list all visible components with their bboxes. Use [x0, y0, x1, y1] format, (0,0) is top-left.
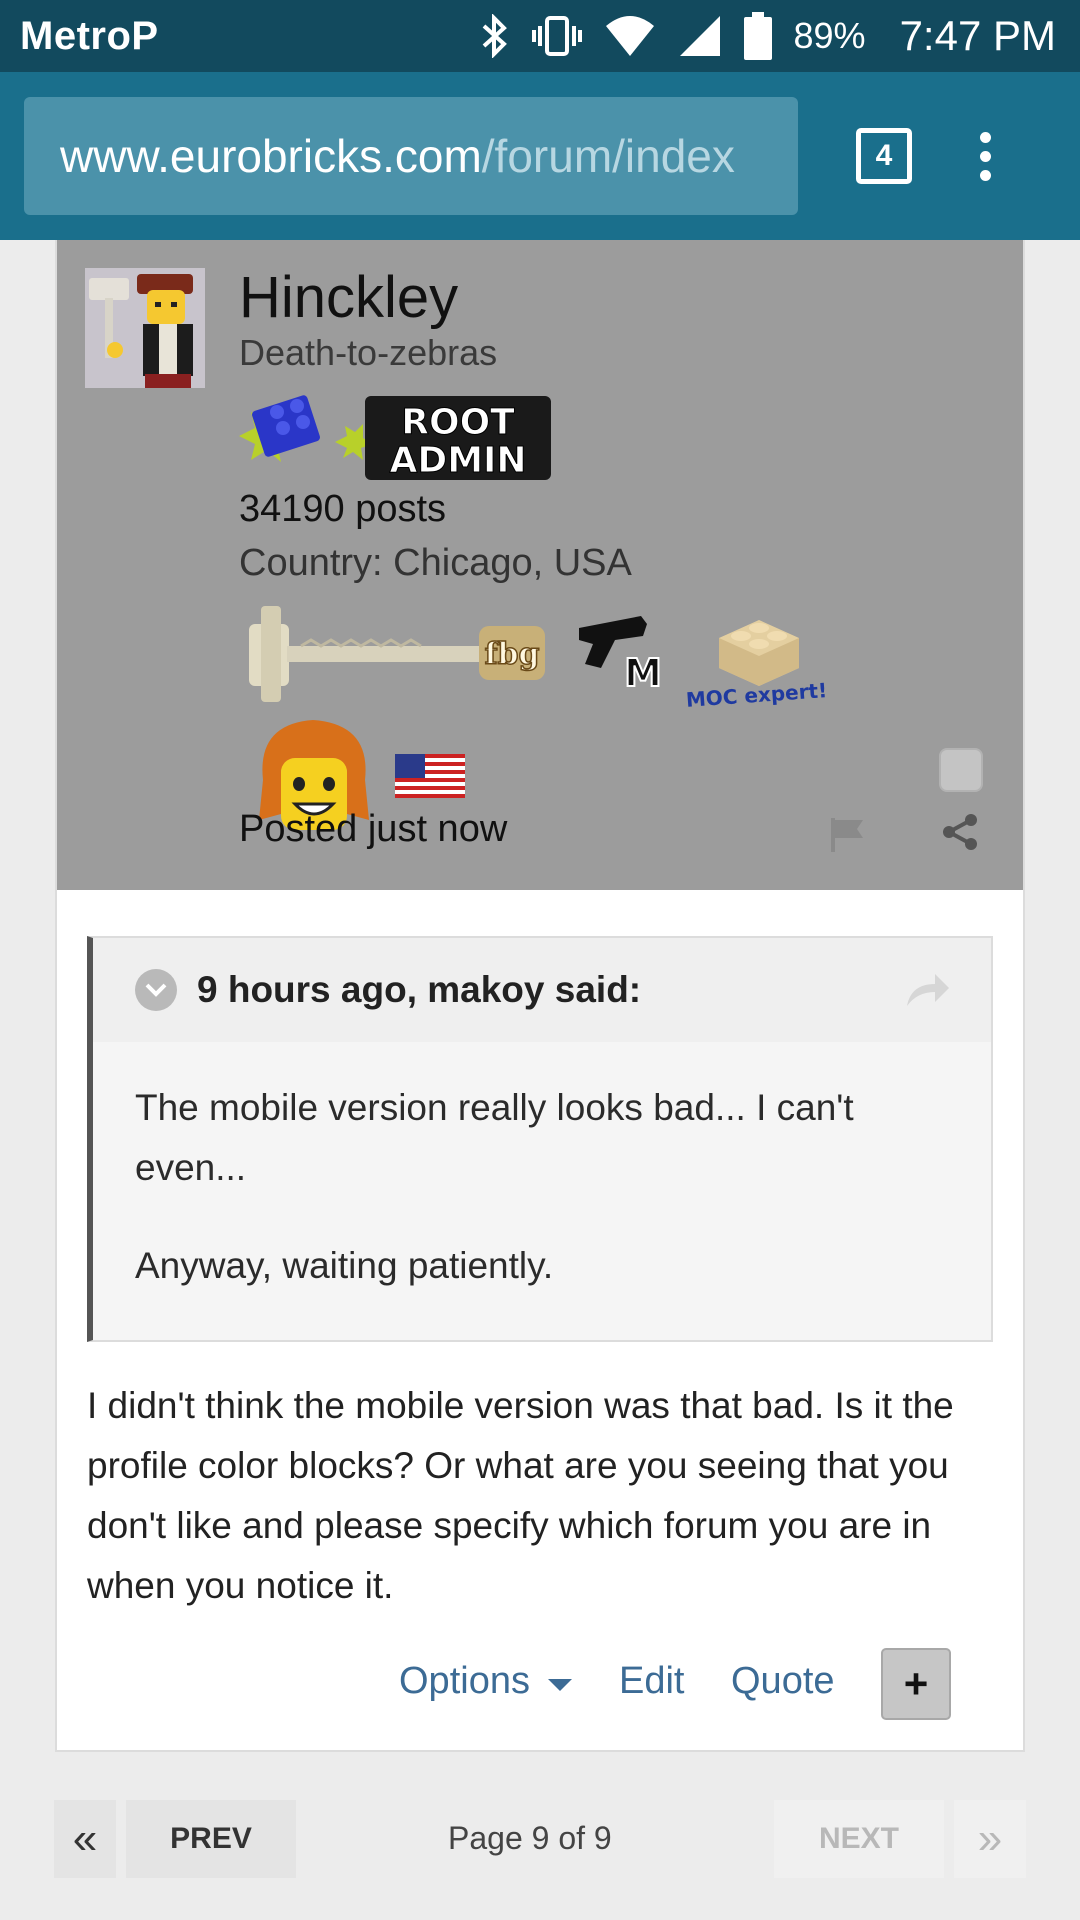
edit-button[interactable]: Edit	[619, 1660, 684, 1703]
svg-text:ADMIN: ADMIN	[389, 440, 526, 481]
next-page-button[interactable]: NEXT	[774, 1800, 944, 1878]
quote-button[interactable]: Quote	[731, 1660, 835, 1703]
last-page-button[interactable]: »	[954, 1800, 1026, 1878]
root-admin-badge: ROOT ADMIN	[335, 386, 555, 486]
fbg-award-icon: fbg	[469, 618, 559, 688]
collapse-chevron-icon[interactable]	[135, 969, 177, 1011]
first-page-button[interactable]: «	[54, 1800, 116, 1878]
bluetooth-icon	[480, 14, 510, 58]
author-panel: Hinckley Death-to-zebras ROOT ADMIN 3419…	[57, 240, 1023, 890]
quote-header: 9 hours ago, makoy said:	[93, 938, 991, 1042]
page-indicator: Page 9 of 9	[448, 1820, 612, 1856]
battery-percent: 89%	[793, 15, 866, 56]
prev-page-button[interactable]: PREV	[126, 1800, 296, 1878]
svg-text:ROOT: ROOT	[401, 402, 515, 443]
multiquote-button[interactable]: +	[881, 1648, 951, 1720]
pagination: « PREV Page 9 of 9 NEXT »	[0, 1800, 1080, 1880]
quote-body: The mobile version really looks bad... I…	[93, 1042, 991, 1296]
signal-icon	[678, 14, 722, 58]
options-menu-button[interactable]: Options	[399, 1660, 572, 1703]
quote-block: 9 hours ago, makoy said: The mobile vers…	[87, 936, 993, 1342]
author-country: Country: Chicago, USA	[239, 542, 632, 584]
report-flag-icon[interactable]	[827, 814, 867, 854]
post-count: 34190 posts	[239, 488, 447, 530]
moc-expert-award-icon: MOC expert!	[679, 598, 829, 712]
post-select-checkbox[interactable]	[939, 748, 983, 792]
jump-to-quote-icon[interactable]	[905, 970, 951, 1010]
quote-citation: 9 hours ago, makoy said:	[197, 969, 642, 1010]
author-title: Death-to-zebras	[239, 332, 498, 373]
forum-post: Hinckley Death-to-zebras ROOT ADMIN 3419…	[55, 240, 1025, 1752]
quote-paragraph: Anyway, waiting patiently.	[135, 1245, 554, 1286]
overflow-menu-icon[interactable]	[980, 131, 991, 181]
url-path: /forum/index	[481, 130, 735, 182]
share-icon[interactable]	[941, 812, 981, 852]
status-bar: MetroP 89% 7:47 PM	[0, 0, 1080, 72]
svg-text:MOC expert!: MOC expert!	[685, 678, 828, 708]
vibrate-icon	[531, 14, 582, 58]
wifi-icon	[604, 14, 656, 58]
carrier-name: MetroP	[20, 13, 159, 58]
us-flag-icon	[395, 754, 465, 798]
author-avatar[interactable]	[85, 268, 205, 388]
tab-switcher-button[interactable]: 4	[856, 128, 912, 184]
options-label: Options	[399, 1660, 530, 1702]
status-icons: 89% 7:47 PM	[480, 12, 1056, 60]
clock: 7:47 PM	[899, 12, 1056, 59]
browser-toolbar: www.eurobricks.com/forum/index 4	[0, 72, 1080, 240]
caret-down-icon	[547, 1678, 572, 1691]
quote-paragraph: The mobile version really looks bad... I…	[135, 1087, 854, 1188]
post-body: I didn't think the mobile version was th…	[87, 1385, 954, 1606]
svg-text:fbg: fbg	[485, 637, 540, 672]
battery-icon	[743, 12, 772, 60]
posted-time[interactable]: Posted just now	[239, 808, 507, 851]
url-field[interactable]: www.eurobricks.com/forum/index	[24, 97, 798, 215]
author-name[interactable]: Hinckley	[239, 264, 458, 331]
svg-text:M: M	[624, 651, 662, 692]
brick-star-rank-icon	[239, 395, 320, 462]
url-host: www.eurobricks.com	[60, 130, 482, 182]
revolver-award-icon: M	[571, 606, 671, 696]
post-actions: Options Edit Quote +	[57, 1648, 1023, 1728]
